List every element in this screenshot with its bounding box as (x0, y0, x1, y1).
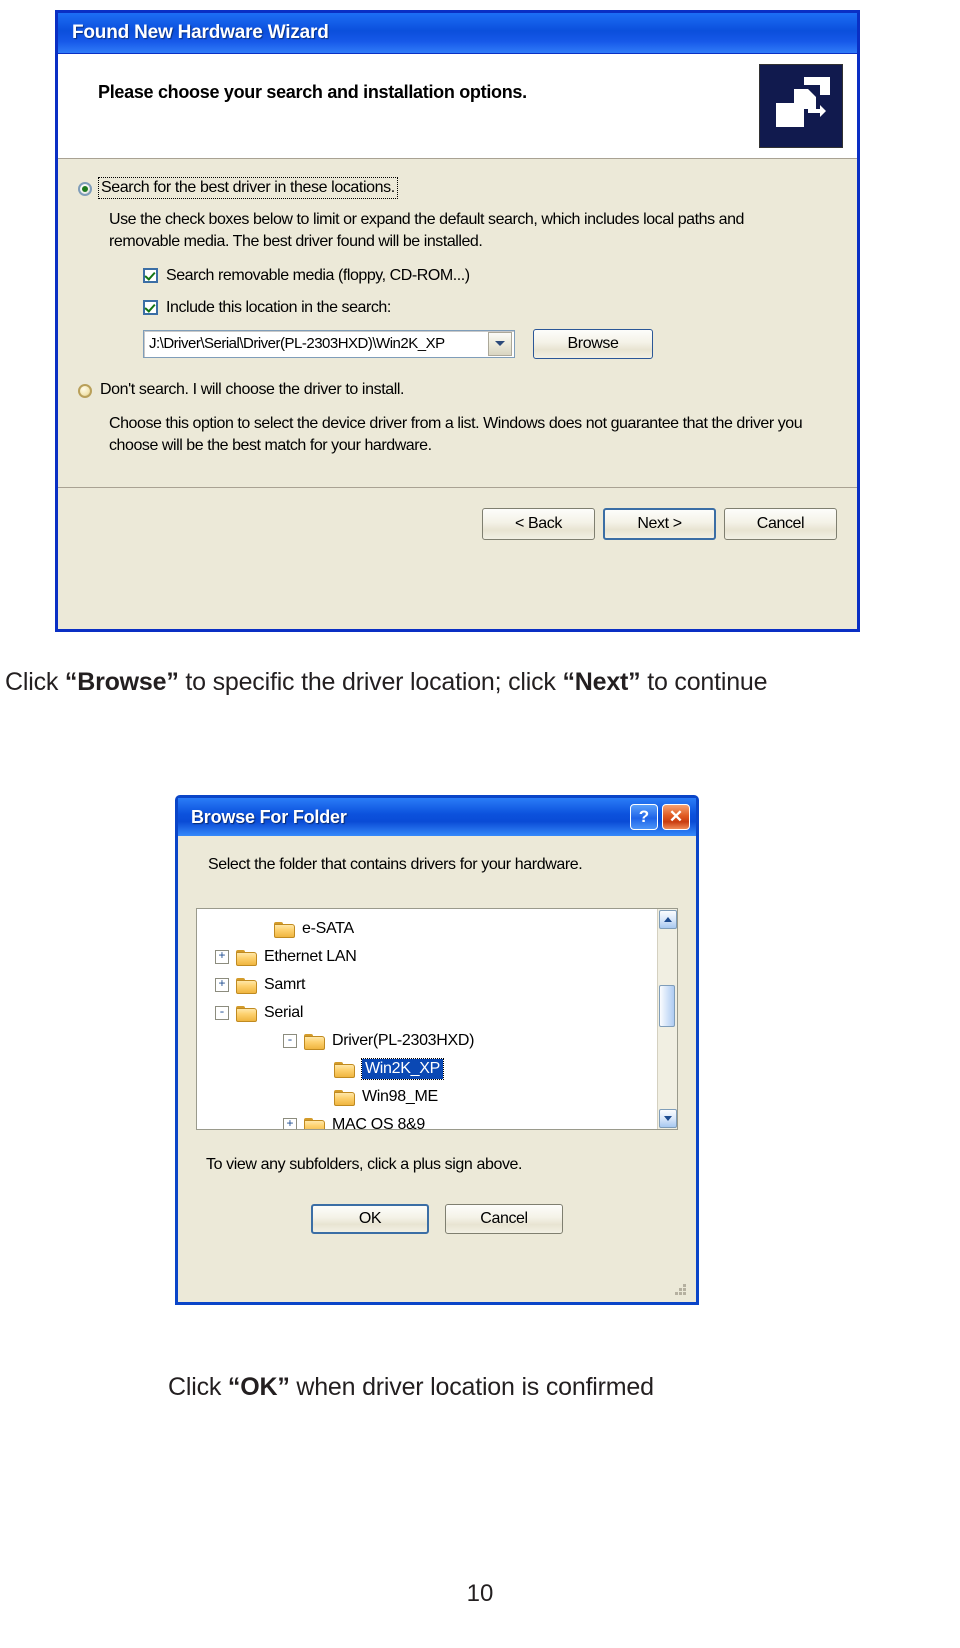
radio-option-search-best-driver[interactable]: Search for the best driver in these loca… (78, 176, 837, 200)
folder-icon (304, 1117, 325, 1129)
tree-item[interactable]: Win98_ME (197, 1083, 657, 1111)
folder-icon (334, 1061, 355, 1078)
browse-button[interactable]: Browse (533, 328, 653, 359)
tree-item[interactable]: + Samrt (197, 971, 657, 999)
wizard-footer: < Back Next > Cancel (58, 487, 857, 559)
expand-icon[interactable]: + (283, 1118, 297, 1129)
tree-item-label: MAC OS 8&9 (332, 1116, 426, 1129)
caption-2-suffix: when driver location is confirmed (289, 1373, 654, 1401)
caption-1-bold-next: “Next” (562, 668, 641, 696)
tree-item-label: Win2K_XP (361, 1058, 444, 1080)
location-combobox[interactable]: J:\Driver\Serial\Driver(PL-2303HXD)\Win2… (143, 329, 515, 358)
location-combobox-value: J:\Driver\Serial\Driver(PL-2303HXD)\Win2… (149, 335, 445, 353)
wizard-title: Found New Hardware Wizard (72, 22, 329, 43)
folder-icon (334, 1089, 355, 1106)
scroll-down-icon[interactable] (658, 1109, 677, 1128)
chevron-down-icon[interactable] (488, 331, 512, 356)
search-description-text: Use the check boxes below to limit or ex… (109, 211, 744, 250)
tree-item[interactable]: Win2K_XP (197, 1055, 657, 1083)
tree-item[interactable]: + MAC OS 8&9 (197, 1111, 657, 1129)
hardware-wizard-icon (759, 64, 843, 148)
folder-icon (304, 1033, 325, 1050)
checkbox-include-location-label: Include this location in the search: (166, 298, 391, 316)
caption-browse-next: Click “Browse” to specific the driver lo… (5, 668, 768, 697)
tree-item[interactable]: - Serial (197, 999, 657, 1027)
folder-icon (236, 949, 257, 966)
collapse-icon[interactable]: - (283, 1034, 297, 1048)
folder-icon (274, 921, 295, 938)
checkbox-search-removable-media-label: Search removable media (floppy, CD-ROM..… (166, 266, 470, 284)
checkbox-include-location-box[interactable] (143, 300, 158, 316)
browse-dialog-footer: OK Cancel (178, 1204, 696, 1234)
dont-search-description-text: Choose this option to select the device … (109, 414, 803, 454)
checkbox-include-location[interactable]: Include this location in the search: (143, 299, 837, 317)
scrollbar-thumb[interactable] (659, 985, 675, 1027)
folder-icon (236, 977, 257, 994)
browse-dialog-title: Browse For Folder (191, 806, 347, 827)
caption-1-suffix: to continue (640, 668, 768, 696)
caption-1-middle: to specific the driver location; click (178, 668, 563, 696)
folder-tree[interactable]: e-SATA + Ethernet LAN + Samrt - Serial - Driver(… (197, 909, 657, 1129)
tree-item-label: Driver(PL-2303HXD) (332, 1032, 475, 1049)
location-row: J:\Driver\Serial\Driver(PL-2303HXD)\Win2… (143, 328, 837, 359)
found-new-hardware-wizard-window: Found New Hardware Wizard Please choose … (55, 10, 860, 632)
radio-search-best-driver-label: Search for the best driver in these loca… (98, 176, 398, 200)
ok-button[interactable]: OK (311, 1204, 429, 1234)
caption-1-prefix: Click (5, 668, 65, 696)
checkbox-search-removable-media-box[interactable] (143, 268, 158, 284)
scrollbar-track[interactable] (658, 930, 677, 1108)
tree-item-label: Ethernet LAN (264, 948, 357, 965)
folder-icon (236, 1005, 257, 1022)
collapse-icon[interactable]: - (215, 1006, 229, 1020)
next-button[interactable]: Next > (603, 507, 716, 540)
wizard-titlebar: Found New Hardware Wizard (58, 13, 857, 54)
help-icon[interactable]: ? (630, 804, 658, 830)
caption-1-bold-browse: “Browse” (64, 668, 179, 696)
tree-item[interactable]: e-SATA (197, 915, 657, 943)
resize-grip-icon[interactable] (675, 1284, 688, 1297)
browse-for-folder-dialog: Browse For Folder ? ✕ Select the folder … (175, 795, 699, 1305)
wizard-header: Please choose your search and installati… (58, 54, 857, 159)
expand-icon[interactable]: + (215, 950, 229, 964)
back-button[interactable]: < Back (482, 507, 595, 540)
tree-item-label: Serial (264, 1004, 304, 1021)
tree-item-label: Samrt (264, 976, 306, 993)
tree-item-label: e-SATA (302, 920, 354, 937)
browse-dialog-hint: To view any subfolders, click a plus sig… (206, 1156, 523, 1173)
caption-2-bold-ok: “OK” (227, 1373, 290, 1401)
scroll-up-icon[interactable] (658, 910, 677, 929)
checkbox-search-removable-media[interactable]: Search removable media (floppy, CD-ROM..… (143, 267, 837, 285)
radio-dont-search-indicator[interactable] (78, 383, 92, 398)
tree-vertical-scrollbar[interactable] (657, 909, 677, 1129)
tree-item-label: Win98_ME (362, 1088, 438, 1105)
expand-icon[interactable]: + (215, 978, 229, 992)
radio-dont-search-label: Don't search. I will choose the driver t… (100, 380, 405, 398)
radio-option-dont-search[interactable]: Don't search. I will choose the driver t… (78, 381, 837, 399)
cancel-button[interactable]: Cancel (724, 507, 837, 540)
page-number: 10 (466, 1580, 494, 1607)
wizard-body: Search for the best driver in these loca… (58, 159, 857, 559)
caption-ok-confirm: Click “OK” when driver location is confi… (168, 1373, 654, 1402)
close-icon[interactable]: ✕ (662, 804, 690, 830)
browse-dialog-titlebar: Browse For Folder ? ✕ (178, 798, 696, 836)
browse-dialog-instruction: Select the folder that contains drivers … (208, 856, 583, 873)
browse-cancel-button[interactable]: Cancel (445, 1204, 563, 1234)
browse-dialog-body: Select the folder that contains drivers … (178, 836, 696, 874)
folder-tree-container: e-SATA + Ethernet LAN + Samrt - Serial - Driver(… (196, 908, 678, 1130)
tree-item[interactable]: + Ethernet LAN (197, 943, 657, 971)
wizard-header-text: Please choose your search and installati… (98, 82, 527, 102)
radio-search-best-driver-indicator[interactable] (78, 182, 92, 196)
caption-2-prefix: Click (168, 1373, 228, 1401)
tree-item[interactable]: - Driver(PL-2303HXD) (197, 1027, 657, 1055)
